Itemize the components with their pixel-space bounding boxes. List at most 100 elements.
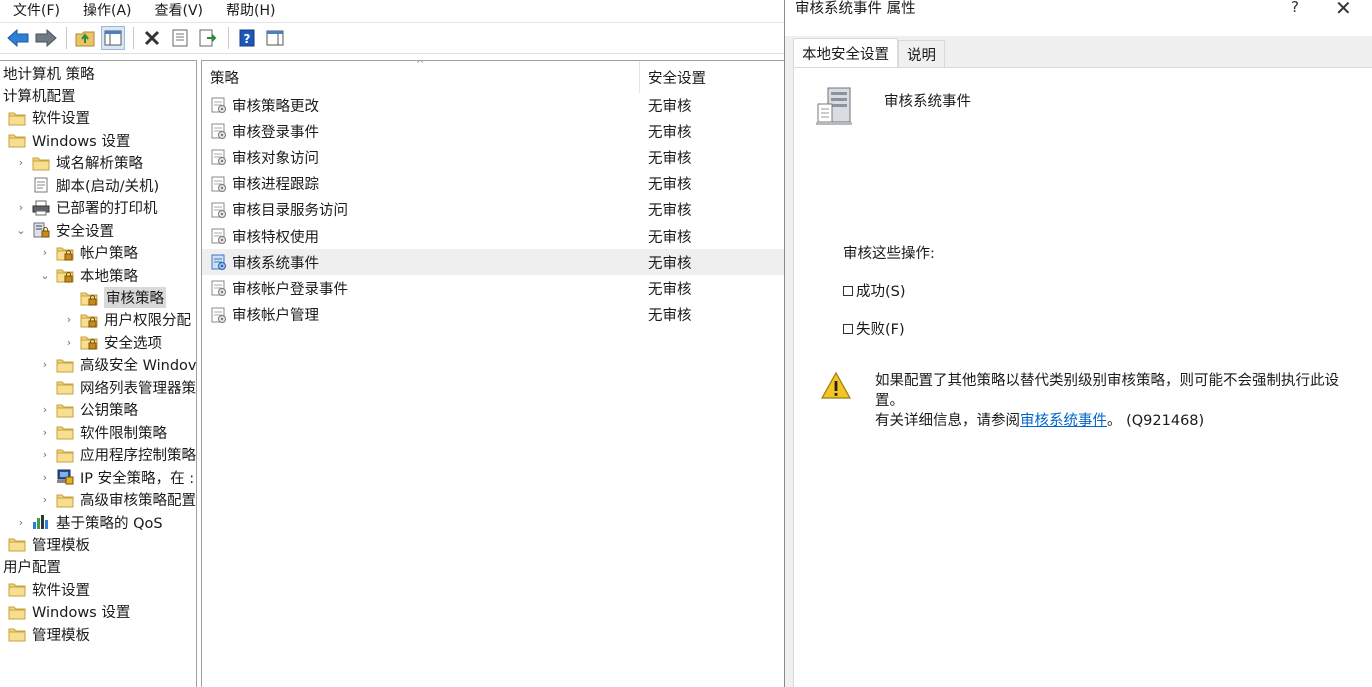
policy-help-link[interactable]: 审核系统事件 [1020,413,1107,429]
chevron-right-icon[interactable]: › [38,426,52,439]
tab-explain[interactable]: 说明 [898,40,945,68]
properties-icon[interactable] [168,26,192,50]
tree-item[interactable]: ⌄ 安全设置 [14,219,114,241]
checkbox-box[interactable] [843,323,853,334]
tree-item[interactable]: › 公钥策略 [38,399,138,421]
tree-item[interactable]: 管理模板 [8,623,90,645]
tree-item[interactable]: › 域名解析策略 [14,152,143,174]
tree-item-label: 网络列表管理器策 [80,380,196,397]
failure-checkbox[interactable]: 失败(F) [843,318,905,339]
chevron-right-icon[interactable]: › [62,313,76,326]
policy-name-cell: 审核对象访问 [202,147,640,168]
security-settings-icon [32,222,50,238]
list-item[interactable]: 审核进程跟踪 无审核 [202,171,784,197]
chevron-right-icon[interactable]: › [38,471,52,484]
list-item[interactable]: 审核目录服务访问 无审核 [202,197,784,223]
menu-help[interactable]: 帮助(H) [213,1,285,21]
dialog-titlebar[interactable]: 审核系统事件 属性 ? ✕ [785,0,1372,30]
security-setting-cell: 无审核 [648,281,692,298]
chevron-right-icon[interactable]: › [38,358,52,371]
tab-local-security-setting[interactable]: 本地安全设置 [793,38,898,68]
up-folder-icon[interactable] [73,26,97,50]
chevron-right-icon[interactable]: › [14,201,28,214]
tree-item[interactable]: 网络列表管理器策 [38,376,196,398]
tree-item[interactable]: 用户配置 [3,556,61,578]
warning-text: 如果配置了其他策略以替代类别级别审核策略，则可能不会强制执行此设置。 有关详细信… [875,371,1355,431]
folder-icon [8,626,26,642]
help-book-icon[interactable]: ? [235,26,259,50]
folder-icon [56,447,74,463]
export-list-icon[interactable] [196,26,220,50]
chevron-right-icon[interactable]: › [38,403,52,416]
folder-icon [8,581,26,597]
list-item[interactable]: 审核策略更改 无审核 [202,92,784,118]
security-setting-cell: 无审核 [648,124,692,141]
help-icon[interactable]: ? [1291,0,1299,16]
tree-item[interactable]: Windows 设置 [8,129,130,151]
list-item[interactable]: 审核帐户管理 无审核 [202,302,784,328]
warning-prefix: 有关详细信息，请参阅 [875,413,1020,429]
folder-icon [32,155,50,171]
show-action-pane-icon[interactable] [263,26,287,50]
back-arrow-icon[interactable] [6,26,30,50]
success-checkbox[interactable]: 成功(S) [843,280,906,301]
tree-item-label: 地计算机 策略 [3,66,95,83]
tree-item-label: 安全选项 [104,335,162,352]
security-setting-cell: 无审核 [648,255,692,272]
tree-item[interactable]: › 已部署的打印机 [14,197,158,219]
tree-item[interactable]: 软件设置 [8,578,90,600]
policy-name-label: 审核系统事件 [232,255,319,272]
policy-setting-icon [210,306,228,324]
chevron-right-icon[interactable]: › [14,156,28,169]
tree-item[interactable]: 地计算机 策略 [3,62,95,84]
tree-item[interactable]: 计算机配置 [3,84,76,106]
tree-item[interactable]: › 高级审核策略配置 [38,489,196,511]
column-header-security-setting[interactable]: 安全设置 [640,61,784,93]
tree-item[interactable]: 审核策略 [62,287,166,309]
tree-item[interactable]: › 基于策略的 QoS [14,511,163,533]
checkbox-box[interactable] [843,285,853,296]
chevron-right-icon[interactable]: › [38,493,52,506]
list-item[interactable]: 审核系统事件 无审核 [202,249,784,276]
menu-file[interactable]: 文件(F) [0,1,70,21]
tree-item[interactable]: › 软件限制策略 [38,421,167,443]
tree-item[interactable]: 软件设置 [8,107,90,129]
show-hide-tree-icon[interactable] [101,26,125,50]
security-setting-cell: 无审核 [648,150,692,167]
tree-item[interactable]: › 应用程序控制策略 [38,444,196,466]
tree-item[interactable]: Windows 设置 [8,601,130,623]
warning-more-info: 有关详细信息，请参阅审核系统事件。 (Q921468) [875,411,1355,431]
list-item[interactable]: 审核登录事件 无审核 [202,118,784,144]
delete-icon[interactable] [140,26,164,50]
security-setting-cell: 无审核 [648,203,692,220]
policy-name-label: 审核登录事件 [232,124,319,141]
tree-item[interactable]: 脚本(启动/关机) [14,174,159,196]
list-item[interactable]: 审核特权使用 无审核 [202,223,784,249]
chevron-right-icon[interactable]: › [38,246,52,259]
tree-item[interactable]: 管理模板 [8,533,90,555]
chevron-right-icon[interactable]: › [38,448,52,461]
chevron-right-icon[interactable]: › [14,516,28,529]
tree-item[interactable]: › IP 安全策略，在 : [38,466,194,488]
tree-item-label: IP 安全策略，在 : [80,470,195,487]
tree-item[interactable]: › 安全选项 [62,331,162,353]
tree-item[interactable]: ⌄ 本地策略 [38,264,138,286]
menu-action[interactable]: 操作(A) [70,1,142,21]
chevron-down-icon[interactable]: ⌄ [14,224,28,237]
tree-item[interactable]: › 高级安全 Windov [38,354,197,376]
tree-item[interactable]: › 用户权限分配 [62,309,191,331]
forward-arrow-icon[interactable] [34,26,58,50]
toolbar: ? [0,22,784,54]
folder-icon [8,604,26,620]
chevron-right-icon[interactable]: › [62,336,76,349]
chevron-down-icon[interactable]: ⌄ [38,269,52,282]
tree-item-label: 高级安全 Windov [80,358,197,375]
dialog-title: 审核系统事件 属性 [795,1,916,17]
column-header-policy[interactable]: 策略 ^ [202,61,640,93]
list-item[interactable]: 审核对象访问 无审核 [202,144,784,170]
tree-item[interactable]: › 帐户策略 [38,242,138,264]
warning-suffix: 。 (Q921468) [1107,413,1205,429]
list-item[interactable]: 审核帐户登录事件 无审核 [202,275,784,301]
close-icon[interactable]: ✕ [1335,0,1352,18]
menu-view[interactable]: 查看(V) [142,1,214,21]
